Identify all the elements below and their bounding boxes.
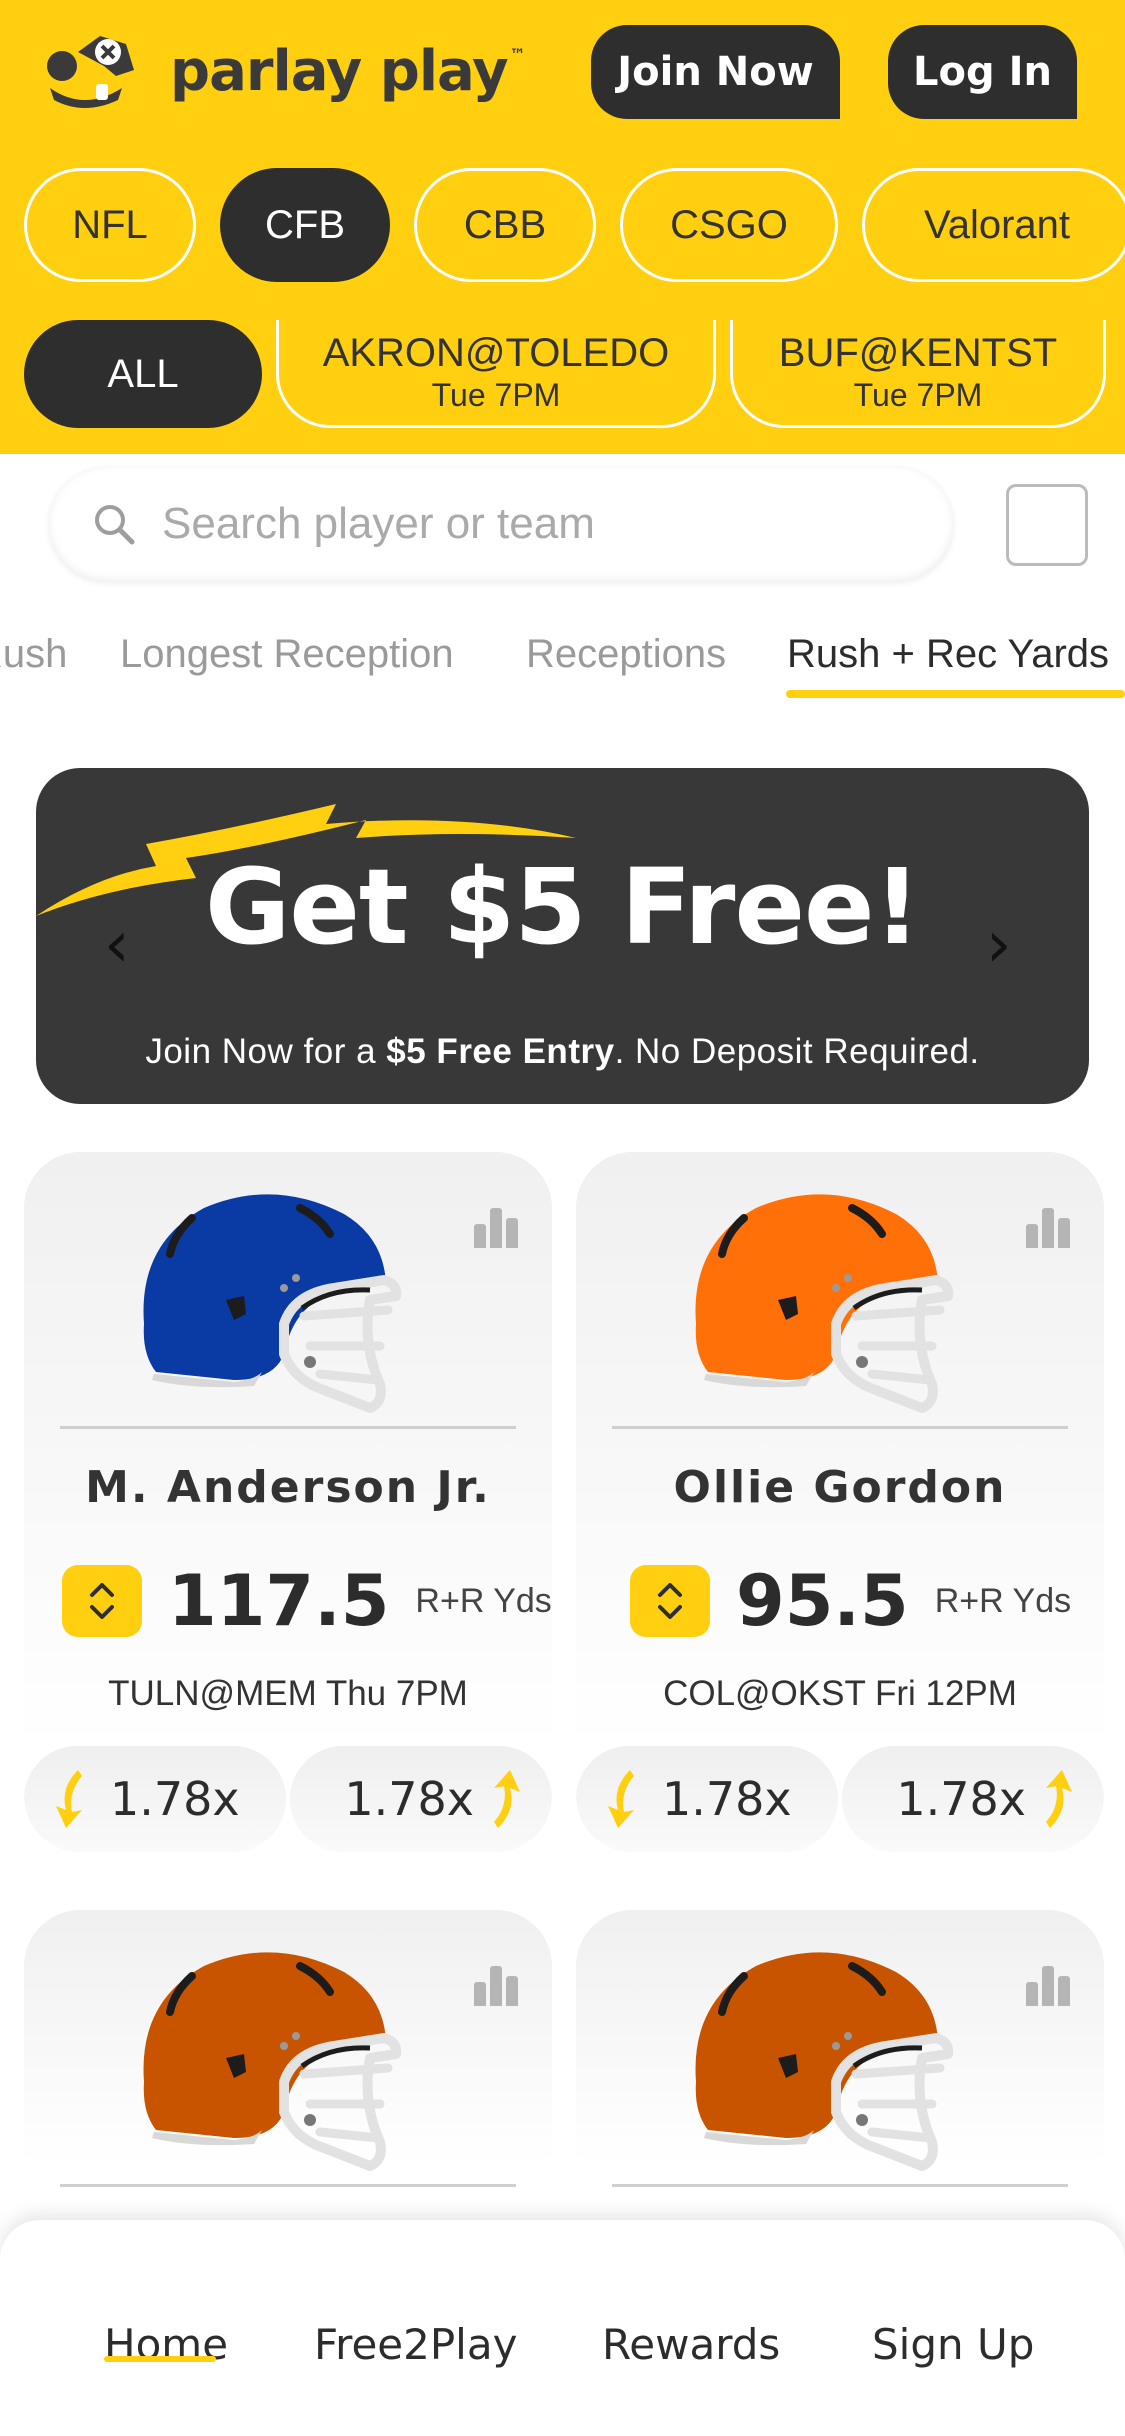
more-multiplier: 1.78x (896, 1772, 1026, 1826)
promo-title: Get $5 Free! (205, 846, 921, 968)
sport-tab-nfl[interactable]: NFL (24, 168, 196, 282)
player-name: M. Anderson Jr. (85, 1462, 491, 1513)
game-matchup: AKRON@TOLEDO (322, 330, 670, 375)
less-multiplier: 1.78x (662, 1772, 792, 1826)
line-value: 117.5 (168, 1560, 390, 1642)
line-stat-type: R+R Yds (415, 1581, 552, 1620)
more-button[interactable]: 1.78x (290, 1746, 552, 1852)
line-value: 95.5 (736, 1560, 909, 1642)
stats-chart-icon[interactable] (1026, 1966, 1070, 2006)
search-input[interactable]: Search player or team (48, 466, 954, 582)
projection-line: 95.5 R+R Yds (630, 1560, 1071, 1642)
stats-chart-icon[interactable] (474, 1966, 518, 2006)
active-tab-indicator (786, 690, 1125, 698)
player-card[interactable]: Ollie Gordon 95.5 R+R Yds COL@OKST Fri 1… (576, 1152, 1104, 1852)
less-button[interactable]: 1.78x (24, 1746, 286, 1852)
parlay-play-logo-icon (47, 36, 134, 108)
card-divider (612, 1426, 1068, 1429)
stat-tab-longest-reception[interactable]: Longest Reception (120, 632, 454, 677)
search-icon (95, 505, 135, 545)
line-toggle-icon[interactable] (630, 1565, 710, 1637)
pick-buttons: 1.78x 1.78x (24, 1746, 552, 1852)
more-button[interactable]: 1.78x (842, 1746, 1104, 1852)
card-divider (612, 2184, 1068, 2187)
stat-tab-receptions[interactable]: Receptions (526, 632, 726, 677)
player-name: Ollie Gordon (673, 1462, 1007, 1513)
promo-banner[interactable]: Get $5 Free! Join Now for a $5 Free Entr… (36, 768, 1089, 1104)
app-header: parlay play ™ Join Now Log In NFL CFB CBB… (0, 0, 1125, 454)
sport-tab-cfb[interactable]: CFB (220, 168, 390, 282)
brand-name: parlay play ™ (170, 38, 526, 104)
game-time: Tue 7PM (853, 376, 983, 413)
stat-tab-rush-rec-yards[interactable]: Rush + Rec Yards (787, 632, 1109, 677)
less-arrow-icon (608, 1770, 634, 1828)
team-helmet-icon (143, 1194, 402, 1413)
brand-logo[interactable]: parlay play ™ (44, 30, 526, 112)
stat-tab-rush[interactable]: Rush (0, 632, 67, 677)
nav-sign-up[interactable]: Sign Up (872, 2320, 1034, 2369)
nav-free2play[interactable]: Free2Play (314, 2320, 517, 2369)
less-multiplier: 1.78x (110, 1772, 240, 1826)
less-arrow-icon (56, 1770, 82, 1828)
game-filter-akron-toledo[interactable]: AKRON@TOLEDO Tue 7PM (276, 320, 716, 428)
promo-subtitle: Join Now for a $5 Free Entry. No Deposit… (145, 1032, 980, 1071)
stats-chart-icon[interactable] (1026, 1208, 1070, 1248)
player-card[interactable] (576, 1910, 1104, 2210)
card-matchup: TULN@MEM Thu 7PM (108, 1674, 468, 1713)
card-divider (60, 1426, 516, 1429)
line-toggle-icon[interactable] (62, 1565, 142, 1637)
team-helmet-icon (695, 1952, 954, 2171)
more-arrow-icon (494, 1770, 520, 1828)
card-divider (60, 2184, 516, 2187)
sport-tab-csgo[interactable]: CSGO (620, 168, 838, 282)
game-filter-row: ALL AKRON@TOLEDO Tue 7PM BUF@KENTST Tue … (24, 320, 1106, 428)
stats-chart-icon[interactable] (474, 1208, 518, 1248)
line-stat-type: R+R Yds (934, 1581, 1072, 1620)
bottom-navigation: Home Free2Play Rewards Sign Up (0, 2220, 1125, 2436)
trademark-mark: ™ (509, 44, 526, 64)
pick-buttons: 1.78x 1.78x (576, 1746, 1104, 1852)
sport-tabs: NFL CFB CBB CSGO Valorant (24, 168, 1125, 282)
player-card[interactable]: M. Anderson Jr. 117.5 R+R Yds TULN@MEM T… (24, 1152, 552, 1852)
filter-checkbox[interactable] (1006, 484, 1088, 566)
active-nav-indicator (104, 2356, 216, 2362)
join-now-button[interactable]: Join Now (591, 25, 840, 119)
promo-prev-arrow-icon[interactable]: ‹ (104, 908, 130, 982)
team-helmet-icon (143, 1952, 402, 2171)
game-filter-buf-kentst[interactable]: BUF@KENTST Tue 7PM (730, 320, 1106, 428)
nav-rewards[interactable]: Rewards (602, 2320, 780, 2369)
game-matchup: BUF@KENTST (778, 330, 1058, 375)
game-filter-all[interactable]: ALL (24, 320, 262, 428)
sport-tab-cbb[interactable]: CBB (414, 168, 596, 282)
more-multiplier: 1.78x (344, 1772, 474, 1826)
player-card[interactable] (24, 1910, 552, 2210)
projection-line: 117.5 R+R Yds (62, 1560, 552, 1642)
game-time: Tue 7PM (431, 376, 561, 413)
card-matchup: COL@OKST Fri 12PM (663, 1674, 1017, 1713)
team-helmet-icon (695, 1194, 954, 1413)
search-placeholder: Search player or team (162, 499, 595, 548)
log-in-button[interactable]: Log In (888, 25, 1077, 119)
promo-next-arrow-icon[interactable]: › (986, 908, 1012, 982)
less-button[interactable]: 1.78x (576, 1746, 838, 1852)
more-arrow-icon (1046, 1770, 1072, 1828)
sport-tab-valorant[interactable]: Valorant (862, 168, 1125, 282)
